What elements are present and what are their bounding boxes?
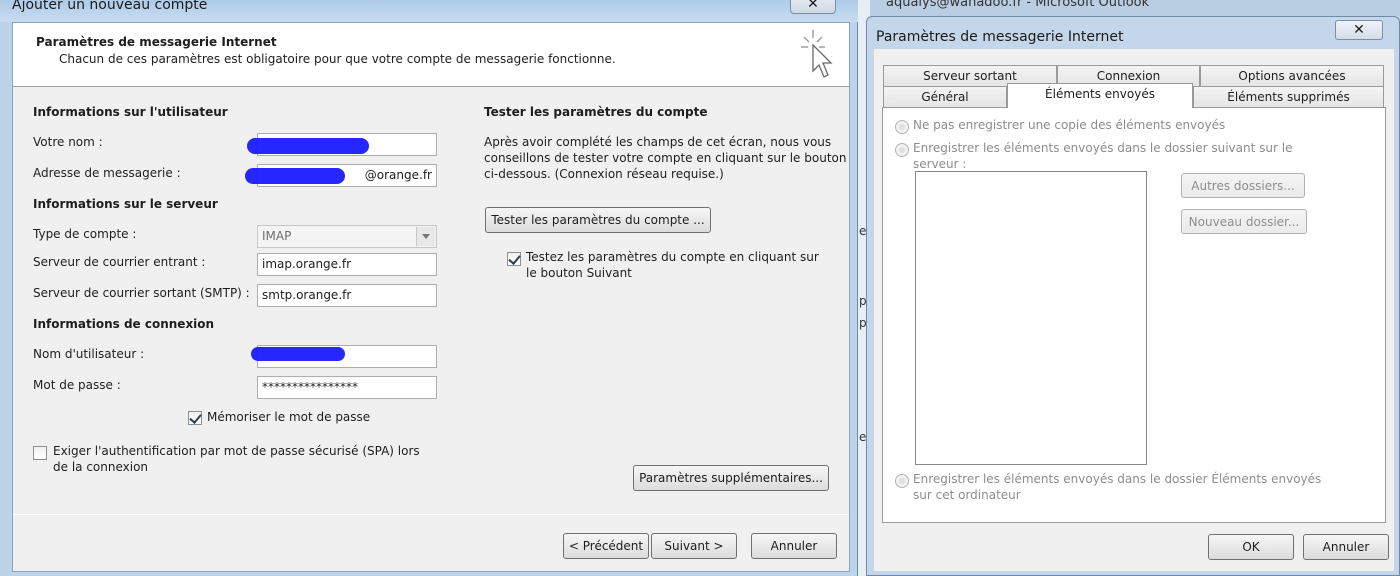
- server-info-title: Informations sur le serveur: [33, 197, 218, 211]
- sent-items-panel: Ne pas enregistrer une copie des élément…: [882, 107, 1386, 523]
- new-folder-button[interactable]: Nouveau dossier...: [1181, 209, 1307, 234]
- window-title: Ajouter un nouveau compte: [12, 0, 208, 13]
- local-folder-label-line1: Enregistrer les éléments envoyés dans le…: [913, 472, 1322, 486]
- server-folder-label-line2: serveur :: [913, 157, 967, 171]
- test-description-line1: Après avoir complété les champs de cet é…: [484, 135, 832, 149]
- server-folder-radio: [895, 143, 909, 157]
- cancel-button[interactable]: Annuler: [751, 533, 837, 559]
- incoming-server-label: Serveur de courrier entrant :: [33, 255, 206, 269]
- account-type-label: Type de compte :: [33, 227, 137, 241]
- wizard-client-area: Paramètres de messagerie Internet Chacun…: [12, 22, 850, 572]
- wizard-header: Paramètres de messagerie Internet Chacun…: [13, 23, 849, 87]
- add-account-window: Ajouter un nouveau compte ✕ Paramètres d…: [0, 0, 858, 576]
- remember-password-checkbox[interactable]: [188, 411, 202, 425]
- name-label: Votre nom :: [33, 135, 103, 149]
- user-info-title: Informations sur l'utilisateur: [33, 105, 228, 119]
- incoming-server-field[interactable]: imap.orange.fr: [257, 253, 437, 276]
- account-type-value: IMAP: [262, 229, 292, 243]
- internet-email-settings-dialog: Paramètres de messagerie Internet ✕ Serv…: [866, 16, 1400, 576]
- tab-deleted-items[interactable]: Éléments supprimés: [1193, 86, 1384, 108]
- tab-sent-items[interactable]: Éléments envoyés: [1007, 83, 1193, 108]
- test-settings-button[interactable]: Tester les paramètres du compte ...: [485, 207, 711, 233]
- other-folders-button[interactable]: Autres dossiers...: [1181, 173, 1305, 198]
- account-type-select: IMAP: [257, 225, 437, 248]
- redaction-scribble: [245, 168, 345, 184]
- server-folder-label-line1: Enregistrer les éléments envoyés dans le…: [913, 141, 1293, 155]
- next-button[interactable]: Suivant >: [651, 533, 737, 559]
- auto-test-label-line1: Testez les paramètres du compte en cliqu…: [526, 250, 819, 264]
- outgoing-server-field[interactable]: smtp.orange.fr: [257, 284, 437, 307]
- dialog-client-area: Serveur sortant Connexion Options avancé…: [874, 49, 1394, 571]
- login-info-title: Informations de connexion: [33, 317, 215, 331]
- local-folder-radio: [895, 474, 909, 488]
- ok-button[interactable]: OK: [1208, 534, 1294, 560]
- test-section-title: Tester les paramètres du compte: [484, 105, 708, 119]
- previous-button[interactable]: < Précédent: [563, 533, 649, 559]
- cursor-click-icon: [801, 30, 833, 78]
- header-title: Paramètres de messagerie Internet: [36, 35, 277, 49]
- close-button[interactable]: ✕: [1335, 20, 1383, 40]
- spa-checkbox[interactable]: [33, 446, 47, 460]
- dialog-title: Paramètres de messagerie Internet: [876, 29, 1124, 45]
- spa-label-line2: de la connexion: [53, 460, 149, 474]
- close-button[interactable]: ✕: [790, 0, 836, 14]
- server-folder-list[interactable]: [915, 171, 1147, 465]
- cancel-button[interactable]: Annuler: [1303, 534, 1389, 560]
- remember-password-label: Mémoriser le mot de passe: [207, 410, 371, 424]
- local-folder-label-line2: sur cet ordinateur: [913, 488, 1021, 502]
- redaction-scribble: [251, 347, 345, 361]
- tab-advanced-options[interactable]: Options avancées: [1200, 65, 1384, 87]
- spa-label-line1: Exiger l'authentification par mot de pas…: [53, 444, 420, 458]
- test-description-line2: conseillons de tester votre compte en cl…: [484, 151, 847, 165]
- password-label: Mot de passe :: [33, 378, 121, 392]
- chevron-down-icon: [416, 227, 435, 246]
- tab-general[interactable]: Général: [883, 86, 1007, 108]
- outlook-background-titlebar: aqualys@wanadoo.fr - Microsoft Outlook: [858, 0, 1400, 16]
- auto-test-label-line2: le bouton Suivant: [526, 266, 632, 280]
- redaction-scribble: [247, 138, 369, 154]
- email-label: Adresse de messagerie :: [33, 166, 181, 180]
- no-copy-label: Ne pas enregistrer une copie des élément…: [913, 118, 1226, 132]
- outlook-background-title: aqualys@wanadoo.fr - Microsoft Outlook: [886, 0, 1150, 10]
- footer-divider: [13, 514, 849, 515]
- header-subtitle: Chacun de ces paramètres est obligatoire…: [59, 52, 616, 66]
- outgoing-server-label: Serveur de courrier sortant (SMTP) :: [33, 286, 250, 300]
- test-description-line3: ci-dessous. (Connexion réseau requise.): [484, 167, 724, 181]
- no-copy-radio: [895, 120, 909, 134]
- title-bar: Ajouter un nouveau compte ✕: [0, 0, 858, 22]
- auto-test-checkbox[interactable]: [507, 252, 521, 266]
- more-settings-button[interactable]: Paramètres supplémentaires...: [633, 465, 829, 491]
- username-label: Nom d'utilisateur :: [33, 347, 145, 361]
- password-field[interactable]: ****************: [257, 376, 437, 399]
